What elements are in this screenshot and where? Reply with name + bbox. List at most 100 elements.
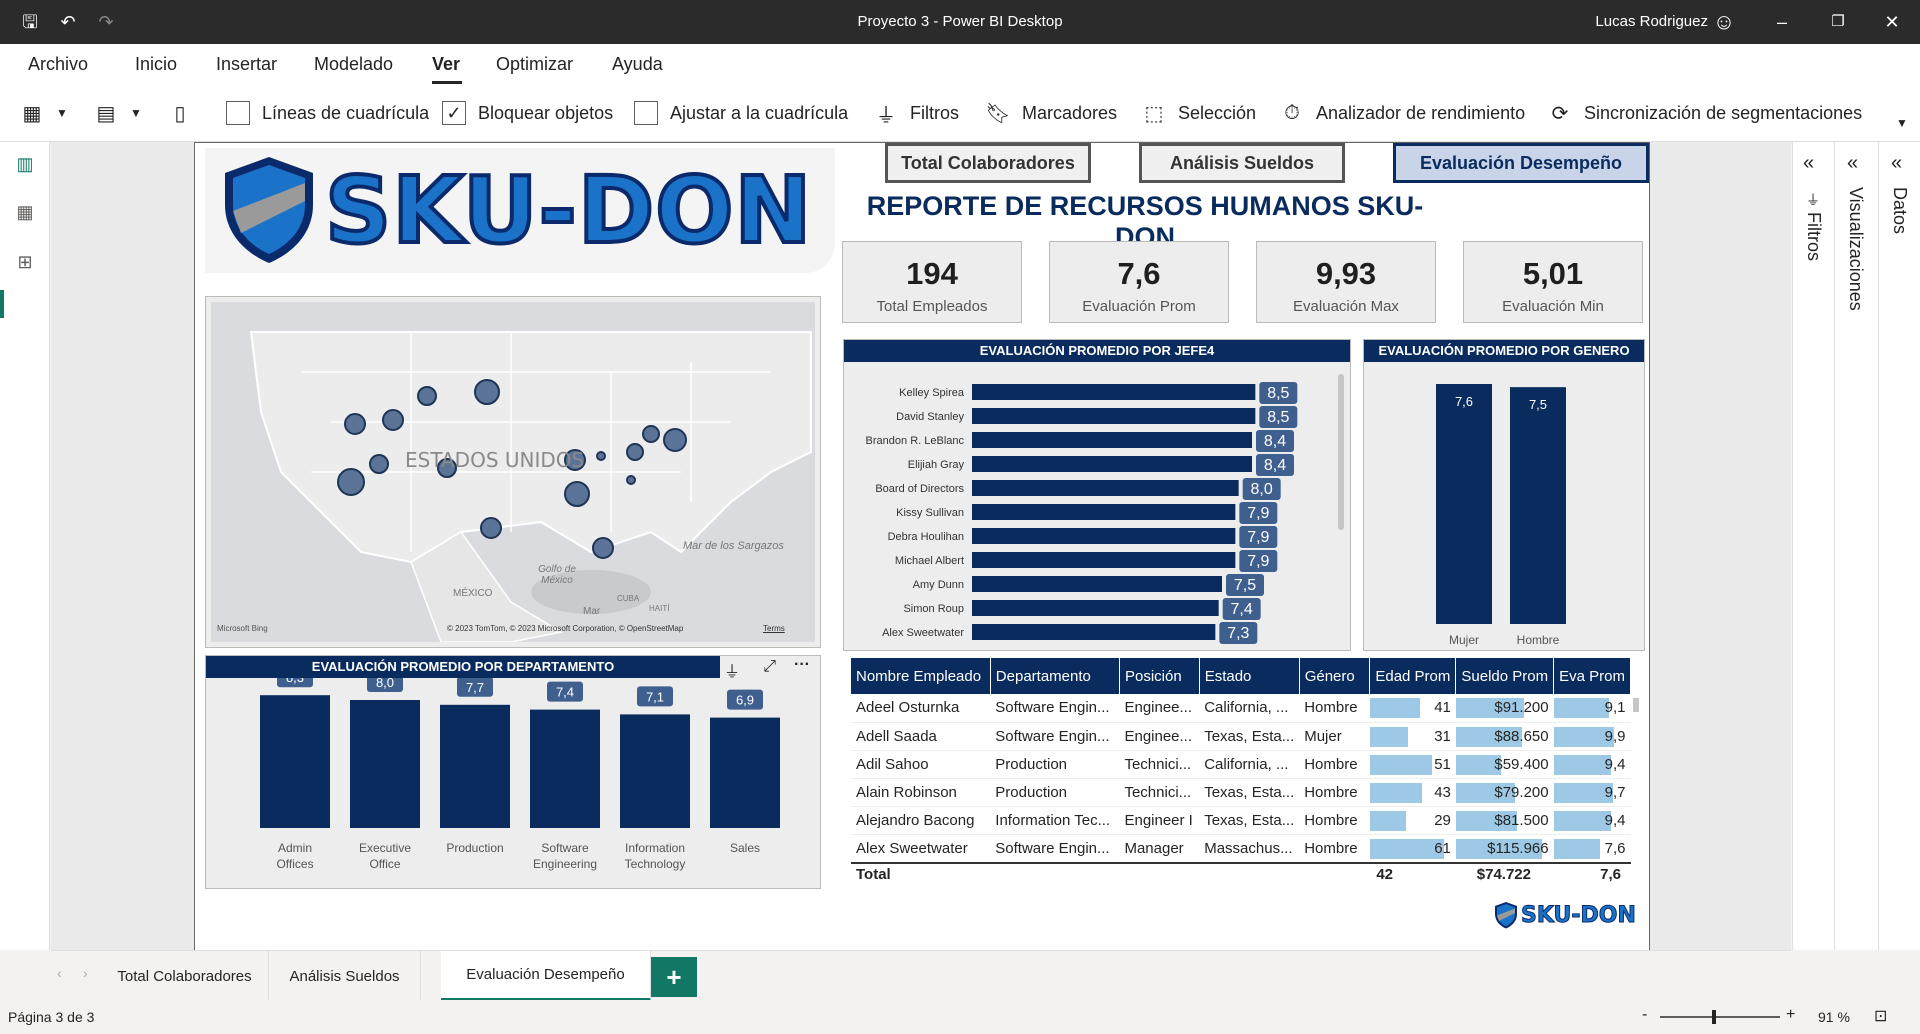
menu-archivo[interactable]: Archivo [28,54,88,75]
column-header[interactable]: Género [1299,658,1371,694]
data-bar [1553,698,1609,718]
map-canvas[interactable]: ESTADOS UNIDOS Mar de los Sargazos Golfo… [211,302,815,642]
page-view-dropdown[interactable]: ▤ ▼ [94,98,142,128]
table-row[interactable]: Alejandro Bacong Information Tec... Engine… [851,806,1631,835]
manager-chart[interactable]: EVALUACIÓN PROMEDIO POR JEFE4 Kelley Spi… [843,339,1351,651]
employee-table[interactable]: Nombre Empleado Departamento Posición Estad… [851,658,1641,884]
menu-insertar[interactable]: Insertar [216,54,277,75]
gender-bar[interactable] [1436,384,1492,624]
nav-tab-evaluacion-desempeno[interactable]: Evaluación Desempeño [1393,143,1649,183]
checkbox-checked[interactable]: ✓ [442,101,466,125]
snap-grid-checkbox[interactable]: Ajustar a la cuadrícula [634,98,848,128]
account-icon[interactable]: ☺ [1712,10,1736,34]
filters-pane[interactable]: « ⏚ Filtros [1792,142,1834,950]
more-options-icon[interactable]: ··· [794,656,810,674]
visualizations-pane[interactable]: « Visualizaciones [1834,142,1878,950]
manager-bar[interactable] [972,552,1236,568]
gridlines-checkbox[interactable]: Líneas de cuadrícula [226,98,429,128]
chevron-double-left-icon[interactable]: « [1891,152,1902,175]
zoom-slider-track[interactable] [1660,1016,1780,1018]
model-view-icon[interactable]: ⊞ [13,250,37,274]
chevron-right-icon[interactable]: › [83,965,88,981]
department-bar[interactable] [260,695,330,828]
minimize-icon[interactable]: – [1770,10,1794,34]
zoom-in-button[interactable]: + [1786,1006,1795,1024]
mobile-layout-button[interactable]: ▯ [168,98,204,128]
manager-bar[interactable] [972,624,1216,640]
zoom-slider-thumb[interactable] [1712,1010,1716,1024]
menu-ayuda[interactable]: Ayuda [612,54,663,75]
table-row[interactable]: Adil Sahoo Production Technici... Californi… [851,750,1631,779]
ribbon-expand-icon[interactable]: ▼ [1896,108,1908,138]
menu-inicio[interactable]: Inicio [135,54,177,75]
chevron-double-left-icon[interactable]: « [1847,152,1858,175]
kpi-evaluacion-prom[interactable]: 7,6 Evaluación Prom [1049,241,1229,323]
department-bar[interactable] [440,704,510,828]
checkbox-unchecked[interactable] [226,101,250,125]
map-terms-link[interactable]: Terms [763,624,785,633]
perf-analyzer-button[interactable]: ⏱ Analizador de rendimiento [1280,98,1525,128]
page-tab-total-colaboradores[interactable]: Total Colaboradores [101,951,269,1001]
sync-slicers-button[interactable]: ⟳ Sincronización de segmentaciones [1548,98,1863,128]
table-row[interactable]: Adeel Osturnka Software Engin... Enginee..… [851,694,1631,723]
department-bar[interactable] [710,717,780,828]
menu-modelado[interactable]: Modelado [314,54,393,75]
column-header[interactable]: Sueldo Prom [1455,658,1555,694]
manager-data-label: 8,4 [1264,433,1286,450]
manager-bar[interactable] [972,480,1239,496]
menu-ver[interactable]: Ver [432,54,460,75]
column-header[interactable]: Departamento [990,658,1120,694]
report-view-icon[interactable]: ▥ [13,152,37,176]
gender-bar[interactable] [1510,387,1566,624]
department-bar[interactable] [620,714,690,828]
checkbox-unchecked[interactable] [634,101,658,125]
gridlines-label: Líneas de cuadrícula [262,102,430,123]
chevron-double-left-icon[interactable]: « [1803,152,1814,175]
data-pane[interactable]: « Datos [1878,142,1920,950]
selection-button[interactable]: ⬚ Selección [1142,98,1257,128]
close-icon[interactable]: ✕ [1880,10,1904,34]
kpi-evaluacion-min[interactable]: 5,01 Evaluación Min [1463,241,1643,323]
column-header[interactable]: Nombre Empleado [851,658,991,694]
table-row[interactable]: Alex Sweetwater Software Engin... Manager M… [851,834,1631,863]
table-row[interactable]: Adell Saada Software Engin... Enginee... Te… [851,722,1631,751]
manager-bar[interactable] [972,432,1252,448]
manager-bar[interactable] [972,528,1236,544]
table-row[interactable]: Alain Robinson Production Technici... Texas… [851,778,1631,807]
zoom-out-button[interactable]: - [1642,1006,1647,1024]
lock-objects-checkbox[interactable]: ✓ Bloquear objetos [442,98,613,128]
manager-bar[interactable] [972,504,1236,520]
department-chart[interactable]: EVALUACIÓN PROMEDIO POR DEPARTAMENTO ⏚ ⤢… [205,655,821,889]
bookmarks-button[interactable]: 🔖︎ Marcadores [985,98,1117,128]
column-header[interactable]: Posición [1119,658,1200,694]
theme-dropdown[interactable]: ▦ ▼ [20,98,68,128]
department-bar[interactable] [350,700,420,828]
kpi-total-empleados[interactable]: 194 Total Empleados [842,241,1022,323]
menu-optimizar[interactable]: Optimizar [496,54,573,75]
nav-tab-analisis-sueldos[interactable]: Análisis Sueldos [1139,143,1345,183]
manager-bar[interactable] [972,384,1256,400]
filters-button[interactable]: ⏚ Filtros [874,98,959,128]
map-visual[interactable]: ESTADOS UNIDOS Mar de los Sargazos Golfo… [205,296,821,648]
manager-bar[interactable] [972,408,1256,424]
page-tab-evaluacion-desempeno[interactable]: Evaluación Desempeño [441,951,651,1001]
column-header[interactable]: Edad Prom [1369,658,1457,694]
page-tab-analisis-sueldos[interactable]: Análisis Sueldos [269,951,421,1001]
column-header[interactable]: Estado [1199,658,1300,694]
focus-mode-icon[interactable]: ⤢ [763,658,776,676]
chevron-left-icon[interactable]: ‹ [57,965,62,981]
gender-chart[interactable]: EVALUACIÓN PROMEDIO POR GENERO 7,6 Mujer 7… [1363,339,1645,651]
manager-bar[interactable] [972,576,1222,592]
column-header[interactable]: Eva Prom [1553,658,1631,694]
nav-tab-total-colaboradores[interactable]: Total Colaboradores [885,143,1091,183]
table-scrollbar[interactable] [1633,698,1639,712]
add-page-button[interactable]: + [651,957,697,997]
table-view-icon[interactable]: ▦ [13,200,37,224]
manager-bar[interactable] [972,600,1219,616]
fit-to-page-icon[interactable]: ⊡ [1874,1006,1887,1026]
restore-icon[interactable]: ❐ [1826,10,1850,34]
department-bar[interactable] [530,709,600,828]
scrollbar[interactable] [1338,374,1344,530]
manager-bar[interactable] [972,456,1252,472]
kpi-evaluacion-max[interactable]: 9,93 Evaluación Max [1256,241,1436,323]
